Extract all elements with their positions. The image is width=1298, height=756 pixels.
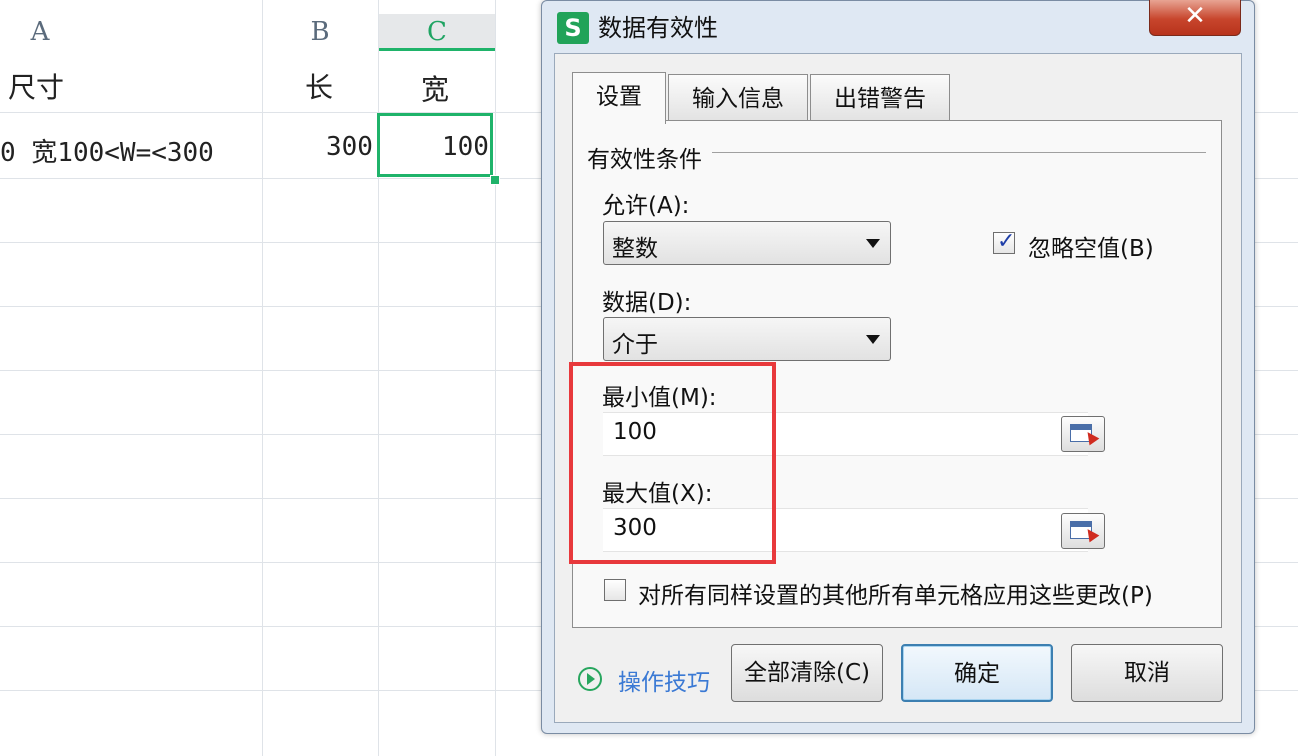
- column-header-b[interactable]: B: [290, 14, 350, 50]
- dropdown-arrow-icon: [866, 239, 880, 248]
- ok-button[interactable]: 确定: [901, 644, 1053, 702]
- data-operator-value: 介于: [612, 332, 658, 358]
- apply-all-label: 对所有同样设置的其他所有单元格应用这些更改(P): [638, 583, 1153, 609]
- close-icon: ✕: [1184, 1, 1206, 31]
- checkbox-check-icon: ✓: [997, 229, 1016, 254]
- app-s-icon: S: [557, 12, 589, 44]
- validation-criteria-group-label: 有效性条件: [587, 147, 702, 173]
- group-divider: [712, 152, 1206, 153]
- data-operator-select[interactable]: 介于: [603, 317, 891, 361]
- grid-line: [495, 0, 496, 756]
- cancel-button[interactable]: 取消: [1071, 644, 1223, 702]
- close-button[interactable]: ✕: [1149, 0, 1241, 36]
- minimum-range-select-button[interactable]: [1061, 416, 1105, 452]
- cell-c1[interactable]: 宽: [421, 68, 449, 108]
- cell-b2[interactable]: 300: [326, 132, 373, 162]
- ignore-blank-checkbox[interactable]: ✓: [993, 229, 1016, 254]
- dialog-title: 数据有效性: [598, 14, 718, 42]
- tab-settings[interactable]: 设置: [572, 72, 666, 124]
- tab-input-message[interactable]: 输入信息: [668, 74, 808, 120]
- cell-a2[interactable]: 0 宽100<W=<300: [0, 132, 214, 169]
- data-label: 数据(D):: [602, 290, 692, 316]
- maximum-range-select-button[interactable]: [1061, 513, 1105, 549]
- apply-all-checkbox[interactable]: [604, 579, 626, 601]
- highlight-annotation-box: [569, 362, 776, 564]
- dropdown-arrow-icon: [866, 335, 880, 344]
- allow-select-value: 整数: [612, 236, 658, 262]
- play-circle-icon[interactable]: [578, 667, 602, 691]
- tips-link[interactable]: 操作技巧: [618, 663, 710, 697]
- clear-all-button[interactable]: 全部清除(C): [731, 644, 883, 702]
- allow-label: 允许(A):: [602, 193, 690, 219]
- column-header-a[interactable]: A: [10, 14, 70, 50]
- tab-error-alert[interactable]: 出错警告: [810, 74, 950, 120]
- grid-line: [262, 0, 263, 756]
- ignore-blank-label: 忽略空值(B): [1028, 236, 1154, 262]
- cell-a1[interactable]: 尺寸: [8, 66, 64, 106]
- column-header-c[interactable]: C: [407, 14, 467, 50]
- fill-handle[interactable]: [490, 175, 500, 185]
- allow-select[interactable]: 整数: [603, 221, 891, 265]
- cell-b1[interactable]: 长: [305, 66, 333, 106]
- selected-cell-outline: [377, 113, 493, 177]
